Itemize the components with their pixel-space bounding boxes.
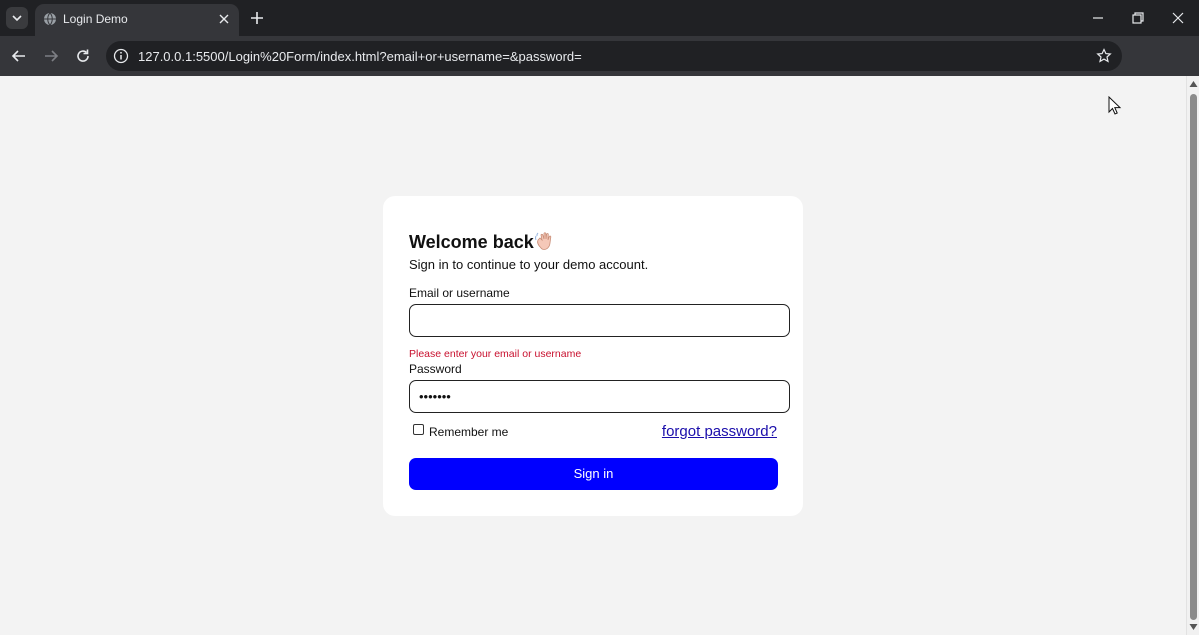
window-close-icon[interactable] [1170,10,1186,26]
vertical-scrollbar[interactable] [1186,76,1199,635]
reload-icon[interactable] [74,47,92,65]
email-field[interactable] [409,304,790,337]
scroll-up-arrow-icon[interactable] [1189,80,1198,88]
page-title: Welcome back [409,232,534,252]
restore-icon[interactable] [1130,10,1146,26]
email-label: Email or username [409,286,510,300]
password-label: Password [409,362,462,376]
remember-me-label[interactable]: Remember me [429,425,508,439]
chevron-down-icon [12,15,22,22]
forward-arrow-icon[interactable] [42,47,60,65]
mouse-cursor-icon [1108,96,1122,115]
page-subtitle: Sign in to continue to your demo account… [409,257,649,272]
url-text: 127.0.0.1:5500/Login%20Form/index.html?e… [138,49,582,64]
bookmark-star-icon[interactable] [1096,48,1112,64]
email-error-message: Please enter your email or username [409,348,582,360]
active-tab[interactable]: Login Demo [35,4,239,36]
waving-hand-icon [535,232,552,250]
close-icon[interactable] [217,12,231,26]
address-bar[interactable]: 127.0.0.1:5500/Login%20Form/index.html?e… [106,41,1122,71]
password-field[interactable] [409,380,790,413]
globe-icon [44,12,56,26]
tab-search-button[interactable] [6,7,28,29]
browser-toolbar: 127.0.0.1:5500/Login%20Form/index.html?e… [0,36,1199,101]
browser-tab-bar: Login Demo [0,0,1199,36]
sign-in-button[interactable]: Sign in [409,458,778,490]
plus-icon[interactable] [248,9,266,27]
minimize-icon[interactable] [1090,10,1106,26]
forgot-password-link[interactable]: forgot password? [662,423,777,440]
info-icon[interactable] [113,48,129,64]
scrollbar-thumb[interactable] [1190,94,1197,620]
login-card: Welcome back Sign in to continue to your… [383,196,803,516]
back-arrow-icon[interactable] [10,47,28,65]
tab-title: Login Demo [63,12,128,26]
remember-me-checkbox[interactable] [413,424,424,435]
scroll-down-arrow-icon[interactable] [1189,623,1198,631]
